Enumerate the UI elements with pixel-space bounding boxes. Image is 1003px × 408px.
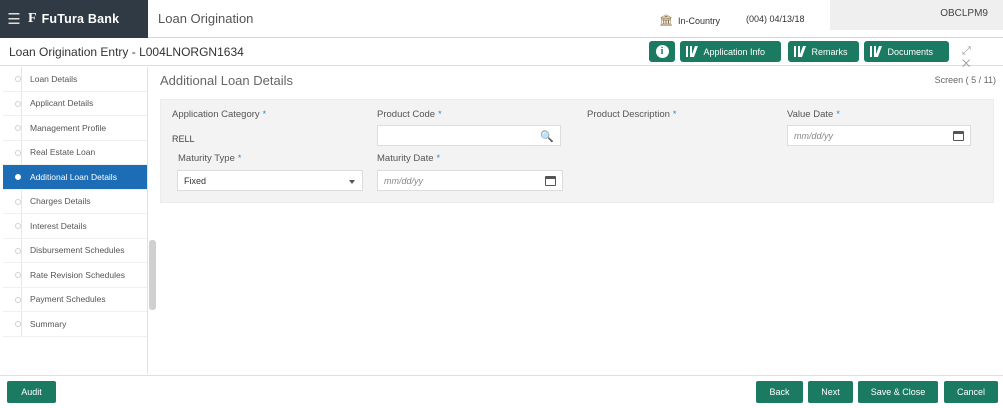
- maturity-date-input[interactable]: mm/dd/yy: [377, 170, 563, 191]
- sidebar-item-disbursement-schedules[interactable]: Disbursement Schedules: [3, 239, 147, 263]
- sidebar-item-management-profile[interactable]: Management Profile: [3, 116, 147, 141]
- value-date-label: Value Date *: [787, 109, 840, 120]
- branch-date[interactable]: (004) 04/13/18: [746, 14, 805, 24]
- step-dot-icon: [15, 296, 21, 303]
- value-date-input[interactable]: mm/dd/yy: [787, 125, 971, 146]
- step-dot-icon: [15, 198, 21, 205]
- screen-counter: Screen ( 5 / 11): [934, 75, 996, 85]
- remarks-label: Remarks: [811, 46, 848, 57]
- library-icon: [686, 46, 699, 57]
- sidebar-item-label: Real Estate Loan: [30, 147, 96, 158]
- step-dot-icon: [15, 247, 21, 254]
- application-info-button[interactable]: Application Info: [680, 41, 781, 62]
- brand-name: FuTura Bank: [41, 12, 120, 26]
- product-code-label: Product Code *: [377, 109, 442, 120]
- documents-label: Documents: [887, 46, 934, 57]
- sidebar-scrollbar[interactable]: [149, 240, 156, 310]
- calendar-icon[interactable]: [953, 131, 964, 141]
- step-dot-icon: [15, 149, 21, 156]
- top-bar: ☰ F FuTura Bank Loan Origination 🏛 In-Co…: [0, 0, 1003, 38]
- next-button[interactable]: Next: [808, 381, 853, 403]
- sidebar-item-payment-schedules[interactable]: Payment Schedules: [3, 288, 147, 312]
- calendar-icon[interactable]: [545, 176, 556, 186]
- bank-icon: 🏛: [659, 15, 673, 27]
- form-panel: Application Category * RELL Product Code *…: [160, 99, 994, 203]
- maturity-date-label: Maturity Date *: [377, 153, 441, 164]
- country-label: In-Country: [677, 15, 720, 26]
- sidebar-item-real-estate-loan[interactable]: Real Estate Loan: [3, 141, 147, 165]
- library-icon: [794, 46, 807, 57]
- user-menu[interactable]: OBCLPM9: [830, 0, 1003, 30]
- search-icon[interactable]: 🔍: [540, 130, 554, 143]
- sidebar-item-label: Interest Details: [30, 220, 87, 231]
- audit-button[interactable]: Audit: [7, 381, 56, 403]
- sidebar-item-label: Additional Loan Details: [30, 171, 117, 182]
- sidebar-item-label: Management Profile: [30, 122, 107, 133]
- main-content: Additional Loan Details Screen ( 5 / 11)…: [158, 67, 1000, 374]
- page-title: Loan Origination Entry - L004LNORGN1634: [9, 45, 244, 59]
- sidebar-item-rate-revision-schedules[interactable]: Rate Revision Schedules: [3, 263, 147, 288]
- maturity-type-select[interactable]: Fixed: [177, 170, 363, 191]
- step-dot-icon: [15, 223, 21, 229]
- back-button[interactable]: Back: [756, 381, 803, 403]
- sidebar-item-loan-details[interactable]: Loan Details: [3, 67, 147, 92]
- application-category-label: Application Category *: [172, 109, 267, 120]
- sidebar-list: Loan Details Applicant Details Management …: [3, 67, 147, 337]
- step-dot-icon: [15, 76, 21, 82]
- sidebar-item-label: Payment Schedules: [30, 294, 106, 305]
- sidebar-item-label: Charges Details: [30, 196, 91, 207]
- sidebar-item-label: Summary: [30, 318, 67, 329]
- library-icon: [870, 46, 883, 57]
- title-bar: Loan Origination Entry - L004LNORGN1634 …: [0, 38, 1003, 70]
- save-close-button[interactable]: Save & Close: [858, 381, 938, 403]
- hamburger-icon[interactable]: ☰: [0, 0, 28, 38]
- sidebar-item-label: Loan Details: [30, 73, 78, 84]
- step-dot-icon: [15, 174, 21, 180]
- product-description-label: Product Description *: [587, 109, 677, 120]
- application-info-label: Application Info: [703, 46, 766, 57]
- documents-button[interactable]: Documents: [864, 41, 949, 62]
- info-button[interactable]: i: [649, 41, 675, 62]
- step-dot-icon: [15, 100, 21, 107]
- section-title: Additional Loan Details: [160, 73, 293, 88]
- user-id: OBCLPM9: [940, 8, 988, 19]
- step-dot-icon: [15, 321, 21, 327]
- footer-bar: Audit Back Next Save & Close Cancel: [0, 375, 1003, 408]
- sidebar-item-interest-details[interactable]: Interest Details: [3, 214, 147, 239]
- remarks-button[interactable]: Remarks: [788, 41, 859, 62]
- sidebar-item-summary[interactable]: Summary: [3, 312, 147, 337]
- sidebar: Loan Details Applicant Details Management …: [3, 67, 148, 374]
- maturity-type-label: Maturity Type *: [178, 153, 242, 164]
- product-code-input[interactable]: 🔍: [377, 125, 561, 146]
- sidebar-item-charges-details[interactable]: Charges Details: [3, 190, 147, 214]
- sidebar-item-applicant-details[interactable]: Applicant Details: [3, 92, 147, 116]
- step-dot-icon: [15, 272, 21, 278]
- brand-area: ☰ F FuTura Bank: [0, 0, 148, 38]
- cancel-button[interactable]: Cancel: [944, 381, 998, 403]
- sidebar-item-label: Rate Revision Schedules: [30, 269, 125, 280]
- application-category-value: RELL: [172, 134, 195, 144]
- sidebar-item-label: Disbursement Schedules: [30, 245, 125, 256]
- chevron-down-icon: [349, 180, 355, 184]
- sidebar-item-label: Applicant Details: [30, 98, 94, 109]
- brand-logo: F: [28, 11, 37, 26]
- app-title: Loan Origination: [158, 11, 254, 26]
- sidebar-item-additional-loan-details[interactable]: Additional Loan Details: [3, 165, 147, 190]
- step-dot-icon: [15, 125, 21, 131]
- info-icon: i: [655, 45, 669, 58]
- country-selector[interactable]: 🏛 In-Country: [659, 14, 720, 27]
